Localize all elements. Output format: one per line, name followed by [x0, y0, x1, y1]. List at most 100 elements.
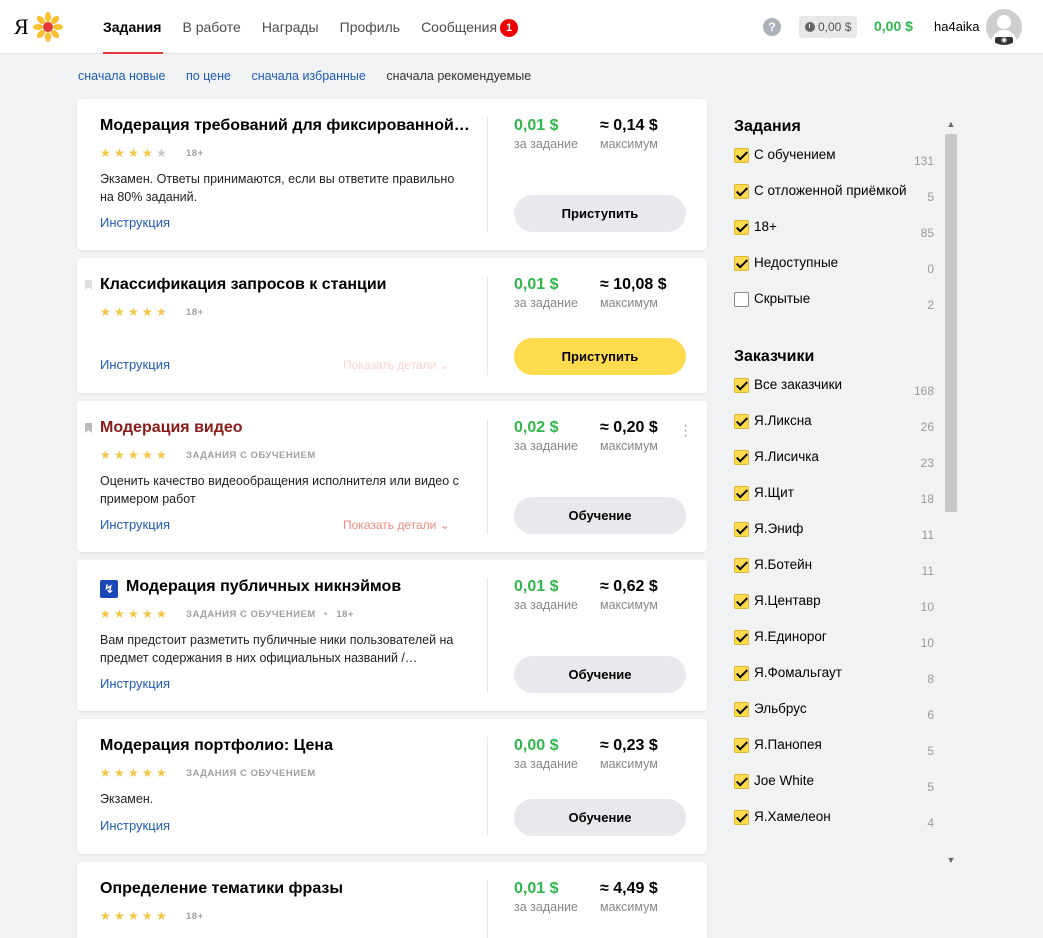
filter-option[interactable]: С обучением 131 [734, 147, 944, 184]
filter-option[interactable]: Я.Единорог 10 [734, 629, 944, 666]
filter-label[interactable]: Скрытые [754, 291, 810, 306]
instruction-link[interactable]: Инструкция [100, 215, 170, 230]
show-details-link[interactable]: Показать детали ⌄ [343, 518, 450, 532]
checkbox-checked[interactable] [734, 486, 749, 501]
nav-profile[interactable]: Профиль [340, 0, 400, 54]
filter-label[interactable]: С отложенной приёмкой [754, 183, 907, 198]
filter-label[interactable]: Я.Эниф [754, 521, 803, 536]
filter-label[interactable]: Я.Ботейн [754, 557, 812, 572]
filter-label[interactable]: Эльбрус [754, 701, 807, 716]
filter-option[interactable]: 18+ 85 [734, 219, 944, 256]
nav-tasks[interactable]: Задания [103, 0, 164, 54]
filter-option[interactable]: Я.Панопея 5 [734, 737, 944, 774]
task-card[interactable]: Классификация запросов к станции ★ ★ ★ ★ ★ 1… [77, 258, 707, 393]
task-title[interactable]: Определение тематики фразы [100, 880, 343, 898]
filter-option[interactable]: Joe White 5 [734, 773, 944, 810]
filter-option[interactable]: Я.Центавр 10 [734, 593, 944, 630]
sort-by-price[interactable]: по цене [186, 69, 231, 83]
filter-label[interactable]: Я.Лисичка [754, 449, 819, 464]
checkbox-checked[interactable] [734, 810, 749, 825]
filter-label[interactable]: 18+ [754, 219, 777, 234]
filter-option[interactable]: С отложенной приёмкой 5 [734, 183, 944, 220]
checkbox-checked[interactable] [734, 630, 749, 645]
filters-scrollbar[interactable]: ▲ ▼ [944, 118, 958, 868]
filter-label[interactable]: Joe White [754, 773, 814, 788]
filter-label[interactable]: Недоступные [754, 255, 838, 270]
task-title-row[interactable]: ↯ Модерация публичных никнэймов [100, 578, 401, 598]
checkbox-checked[interactable] [734, 184, 749, 199]
filter-label[interactable]: Я.Центавр [754, 593, 821, 608]
checkbox-checked[interactable] [734, 702, 749, 717]
filter-label[interactable]: Я.Фомальгаут [754, 665, 842, 680]
filter-option[interactable]: Скрытые 2 [734, 291, 944, 328]
filter-label[interactable]: С обучением [754, 147, 836, 162]
yandex-toloka-logo[interactable]: Я [12, 10, 64, 44]
task-card[interactable]: Модерация требований для фиксированной… … [77, 99, 707, 250]
filter-option[interactable]: Все заказчики 168 [734, 378, 944, 414]
filter-option[interactable]: Недоступные 0 [734, 255, 944, 292]
checkbox-checked[interactable] [734, 148, 749, 163]
checkbox-checked[interactable] [734, 594, 749, 609]
filter-option[interactable]: Я.Щит 18 [734, 485, 944, 522]
show-details-link[interactable]: Показать детали ⌄ [343, 358, 450, 372]
checkbox-checked[interactable] [734, 522, 749, 537]
scroll-down-icon[interactable]: ▼ [944, 854, 958, 866]
filter-option[interactable]: Я.Фомальгаут 8 [734, 665, 944, 702]
checkbox-checked[interactable] [734, 220, 749, 235]
scroll-up-icon[interactable]: ▲ [944, 118, 958, 130]
checkbox-checked[interactable] [734, 558, 749, 573]
sort-newest[interactable]: сначала новые [78, 69, 165, 83]
filter-option[interactable]: Я.Эниф 11 [734, 521, 944, 558]
checkbox-checked[interactable] [734, 666, 749, 681]
task-card[interactable]: Модерация видео ★ ★ ★ ★ ★ ЗАДАНИЯ С ОБУЧЕНИЕ… [77, 401, 707, 552]
checkbox-unchecked[interactable] [734, 292, 749, 307]
checkbox-checked[interactable] [734, 738, 749, 753]
nav-in-progress[interactable]: В работе [182, 0, 240, 54]
start-task-button[interactable]: Приступить [514, 195, 686, 232]
task-title[interactable]: Классификация запросов к станции [100, 276, 387, 294]
filter-label[interactable]: Я.Ликсна [754, 413, 812, 428]
filter-label[interactable]: Я.Щит [754, 485, 794, 500]
sort-recommended[interactable]: сначала рекомендуемые [386, 69, 531, 83]
filter-label[interactable]: Я.Единорог [754, 629, 827, 644]
help-icon[interactable]: ? [763, 18, 781, 36]
task-title[interactable]: Модерация портфолио: Цена [100, 737, 333, 755]
pending-balance[interactable]: 0,00 $ [799, 16, 858, 38]
filter-option[interactable]: Я.Хамелеон 4 [734, 809, 944, 840]
checkbox-checked[interactable] [734, 450, 749, 465]
task-card[interactable]: ↯ Модерация публичных никнэймов ★ ★ ★ ★ ★ ЗАД… [77, 560, 707, 711]
training-button[interactable]: Обучение [514, 656, 686, 693]
sort-favorites[interactable]: сначала избранные [251, 69, 365, 83]
scrollbar-thumb[interactable] [945, 134, 957, 512]
more-options-icon[interactable]: · · · [683, 418, 688, 444]
instruction-link[interactable]: Инструкция [100, 517, 170, 532]
filter-label[interactable]: Все заказчики [754, 378, 842, 392]
instruction-link[interactable]: Инструкция [100, 818, 170, 833]
username[interactable]: ha4aika [934, 19, 980, 34]
task-card[interactable]: Определение тематики фразы ★ ★ ★ ★ ★ 18+ 0,0… [77, 862, 707, 938]
checkbox-checked[interactable] [734, 414, 749, 429]
checkbox-checked[interactable] [734, 774, 749, 789]
task-title[interactable]: Модерация требований для фиксированной… [100, 117, 470, 135]
filter-option[interactable]: Я.Лисичка 23 [734, 449, 944, 486]
checkbox-checked[interactable] [734, 378, 749, 393]
start-task-button[interactable]: Приступить [514, 338, 686, 375]
filter-option[interactable]: Я.Ликсна 26 [734, 413, 944, 450]
training-button[interactable]: Обучение [514, 799, 686, 836]
training-button[interactable]: Обучение [514, 497, 686, 534]
task-card[interactable]: Модерация портфолио: Цена ★ ★ ★ ★ ★ ЗАДАНИЯ … [77, 719, 707, 854]
checkbox-checked[interactable] [734, 256, 749, 271]
nav-rewards[interactable]: Награды [262, 0, 319, 54]
filter-label[interactable]: Я.Хамелеон [754, 809, 831, 824]
instruction-link[interactable]: Инструкция [100, 357, 170, 372]
bookmark-icon[interactable] [85, 423, 92, 433]
filter-option[interactable]: Эльбрус 6 [734, 701, 944, 738]
avatar[interactable]: ◉ [986, 9, 1022, 45]
balance-value[interactable]: 0,00 $ [874, 18, 913, 34]
task-title[interactable]: Модерация видео [100, 419, 243, 437]
nav-messages[interactable]: Сообщения 1 [421, 0, 519, 54]
instruction-link[interactable]: Инструкция [100, 676, 170, 691]
bookmark-icon[interactable] [85, 280, 92, 290]
filter-label[interactable]: Я.Панопея [754, 737, 822, 752]
filter-option[interactable]: Я.Ботейн 11 [734, 557, 944, 594]
